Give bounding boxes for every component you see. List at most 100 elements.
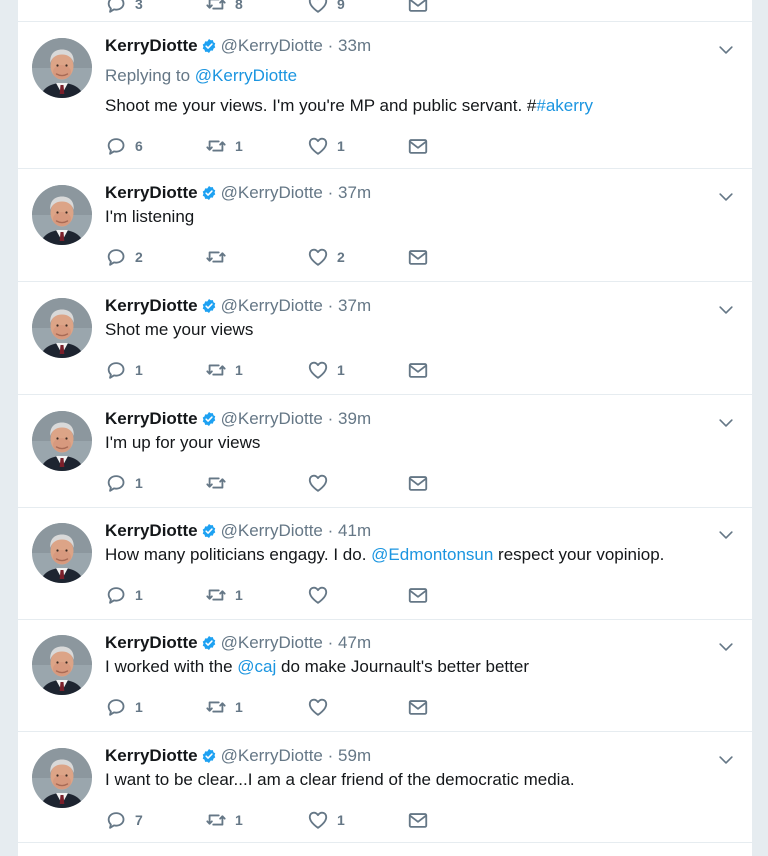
direct-message-action[interactable] [407,0,429,16]
retweet-action[interactable]: 8 [205,0,243,16]
author-name[interactable]: KerryDiotte [105,183,198,202]
tweet-text: I worked with the @caj do make Journault… [105,657,529,677]
direct-message-action[interactable] [407,358,429,382]
tweet-timestamp[interactable]: 47m [338,633,371,652]
replying-to-handle[interactable]: @KerryDiotte [195,66,297,85]
verified-badge-icon [201,38,217,54]
reply-action[interactable]: 7 [105,808,143,832]
tweet-header: KerryDiotte @KerryDiotte · 47m [105,633,371,653]
tweet-timestamp[interactable]: 39m [338,409,371,428]
like-action[interactable] [307,695,337,719]
tweet[interactable]: KerryDiotte @KerryDiotte · 59m I want to … [18,732,752,843]
avatar[interactable] [32,298,92,358]
avatar[interactable] [32,523,92,583]
retweet-action[interactable]: 1 [205,695,243,719]
retweet-action[interactable]: 1 [205,583,243,607]
tweet-timestamp[interactable]: 37m [338,296,371,315]
author-name[interactable]: KerryDiotte [105,36,198,55]
author-handle[interactable]: @KerryDiotte [221,521,323,540]
tweet[interactable]: KerryDiotte @KerryDiotte · 37m I'm listen… [18,169,752,282]
like-icon [307,135,329,157]
author-handle[interactable]: @KerryDiotte [221,296,323,315]
tweet-timestamp[interactable]: 41m [338,521,371,540]
like-icon [307,246,329,268]
retweet-action[interactable] [205,471,235,495]
chevron-down-icon[interactable] [716,750,736,770]
author-name[interactable]: KerryDiotte [105,296,198,315]
tweet-text-body: I'm listening [105,207,195,226]
tweet-text: How many politicians engagy. I do. @Edmo… [105,545,664,565]
chevron-down-icon[interactable] [716,40,736,60]
tweet-text-link[interactable]: @caj [237,657,276,676]
chevron-down-icon[interactable] [716,187,736,207]
tweet-timestamp[interactable]: 59m [338,746,371,765]
tweet-timestamp[interactable]: 37m [338,183,371,202]
direct-message-action[interactable] [407,245,429,269]
author-name[interactable]: KerryDiotte [105,521,198,540]
reply-action[interactable]: 1 [105,358,143,382]
envelope-icon [407,0,429,15]
chevron-down-icon[interactable] [716,300,736,320]
like-action[interactable]: 9 [307,0,345,16]
tweet[interactable]: KerryDiotte @KerryDiotte · 41m How many p… [18,507,752,620]
retweet-action[interactable]: 1 [205,134,243,158]
direct-message-action[interactable] [407,808,429,832]
reply-action[interactable]: 3 [105,0,143,16]
tweet[interactable]: KerryDiotte @KerryDiotte · 33m Replying t… [18,22,752,169]
reply-action[interactable]: 1 [105,695,143,719]
reply-action[interactable]: 2 [105,245,143,269]
tweet-actions: 2 2 [105,245,465,269]
chevron-down-icon[interactable] [716,525,736,545]
tweet-header: KerryDiotte @KerryDiotte · 59m [105,746,371,766]
tweet-partial[interactable]: 3 8 9 [18,0,752,22]
like-count: 1 [337,138,345,154]
author-name[interactable]: KerryDiotte [105,633,198,652]
tweet-text-link[interactable]: #akerry [536,96,593,115]
envelope-icon [407,809,429,831]
like-icon [307,359,329,381]
like-icon [307,472,329,494]
tweet-header: KerryDiotte @KerryDiotte · 39m [105,409,371,429]
like-action[interactable] [307,471,337,495]
author-handle[interactable]: @KerryDiotte [221,409,323,428]
reply-action[interactable]: 1 [105,471,143,495]
avatar[interactable] [32,38,92,98]
avatar[interactable] [32,635,92,695]
envelope-icon [407,696,429,718]
direct-message-action[interactable] [407,583,429,607]
avatar[interactable] [32,411,92,471]
author-handle[interactable]: @KerryDiotte [221,183,323,202]
like-count: 1 [337,362,345,378]
tweet-text-body: I worked with the [105,657,238,676]
retweet-action[interactable] [205,245,235,269]
direct-message-action[interactable] [407,134,429,158]
author-handle[interactable]: @KerryDiotte [221,36,323,55]
author-name[interactable]: KerryDiotte [105,746,198,765]
tweet[interactable]: KerryDiotte @KerryDiotte · 39m I'm up for… [18,395,752,508]
tweet-timestamp[interactable]: 33m [338,36,371,55]
avatar[interactable] [32,185,92,245]
like-action[interactable]: 1 [307,134,345,158]
tweet-text-link[interactable]: @Edmontonsun [371,545,493,564]
direct-message-action[interactable] [407,695,429,719]
retweet-action[interactable]: 1 [205,358,243,382]
tweet-header: KerryDiotte @KerryDiotte · 37m [105,183,371,203]
tweet[interactable]: KerryDiotte @KerryDiotte · 47m I worked w… [18,619,752,732]
tweet[interactable]: KerryDiotte @KerryDiotte · 37m Shot me yo… [18,282,752,395]
avatar[interactable] [32,748,92,808]
like-action[interactable]: 2 [307,245,345,269]
author-handle[interactable]: @KerryDiotte [221,633,323,652]
reply-action[interactable]: 6 [105,134,143,158]
direct-message-action[interactable] [407,471,429,495]
chevron-down-icon[interactable] [716,413,736,433]
chevron-down-icon[interactable] [716,637,736,657]
like-action[interactable] [307,583,337,607]
like-icon [307,584,329,606]
like-action[interactable]: 1 [307,358,345,382]
retweet-action[interactable]: 1 [205,808,243,832]
tweet-text-body: I want to be clear...I am a clear friend… [105,770,575,789]
author-name[interactable]: KerryDiotte [105,409,198,428]
reply-action[interactable]: 1 [105,583,143,607]
like-action[interactable]: 1 [307,808,345,832]
author-handle[interactable]: @KerryDiotte [221,746,323,765]
